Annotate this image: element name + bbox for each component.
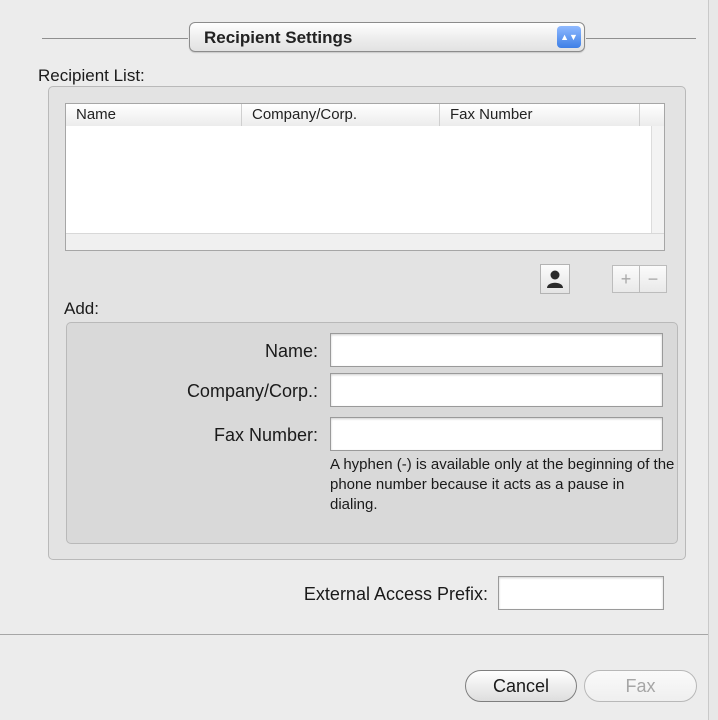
recipient-list-label: Recipient List: [38, 66, 145, 85]
horizontal-scrollbar[interactable] [66, 233, 664, 250]
fax-number-hint: A hyphen (-) is available only at the be… [330, 456, 675, 513]
add-section-label: Add: [64, 299, 99, 318]
footer-separator [0, 634, 708, 635]
column-header-name[interactable]: Name [66, 104, 242, 126]
cancel-button[interactable]: Cancel [465, 670, 577, 702]
external-access-prefix-label: External Access Prefix: [303, 584, 488, 604]
name-field[interactable] [330, 333, 663, 367]
external-access-prefix-field[interactable] [498, 576, 664, 610]
remove-recipient-button[interactable]: − [639, 265, 667, 293]
settings-popup-value: Recipient Settings [204, 28, 353, 47]
vertical-scrollbar[interactable] [651, 126, 664, 234]
fax-button[interactable]: Fax [584, 670, 697, 702]
address-book-button[interactable] [540, 264, 570, 294]
recipient-settings-dialog: Recipient Settings ▲▼ Recipient List: Na… [0, 0, 709, 720]
popup-arrows-glyph: ▲▼ [560, 31, 578, 42]
fax-number-field[interactable] [330, 417, 663, 451]
recipient-table[interactable]: Name Company/Corp. Fax Number [65, 103, 665, 251]
popup-arrows-icon: ▲▼ [557, 26, 581, 48]
company-field[interactable] [330, 373, 663, 407]
settings-popup-button[interactable]: Recipient Settings ▲▼ [189, 22, 585, 52]
column-header-company[interactable]: Company/Corp. [242, 104, 440, 126]
name-label: Name: [264, 341, 318, 361]
person-icon [547, 270, 563, 288]
column-header-fax-number[interactable]: Fax Number [440, 104, 640, 126]
recipient-table-header: Name Company/Corp. Fax Number [66, 104, 664, 127]
header-separator-right [586, 38, 696, 39]
fax-number-label: Fax Number: [213, 425, 318, 445]
header-separator-left [42, 38, 188, 39]
recipient-table-body[interactable] [66, 126, 652, 234]
add-recipient-button[interactable]: + [612, 265, 640, 293]
company-label: Company/Corp.: [186, 381, 318, 401]
